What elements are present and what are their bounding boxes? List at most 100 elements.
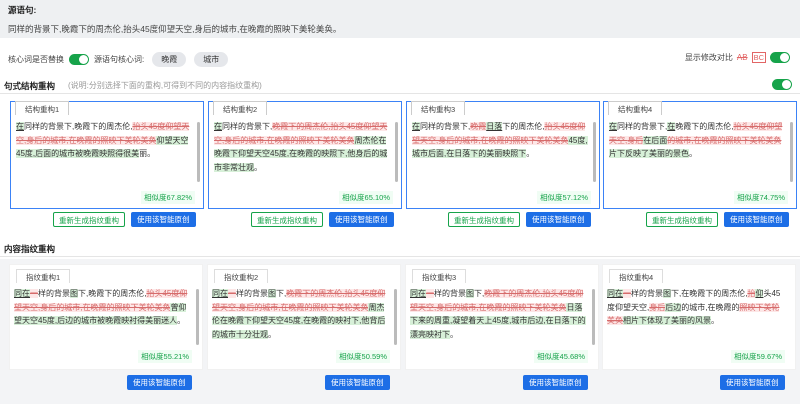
inserted-text: 同在 bbox=[14, 289, 30, 298]
deleted-text: 身后 bbox=[649, 302, 666, 312]
regenerate-button[interactable]: 重新生成指纹重构 bbox=[251, 212, 323, 227]
text-segment: 下, bbox=[474, 289, 485, 298]
text-segment: 样的背景 bbox=[434, 289, 466, 298]
scrollbar[interactable] bbox=[790, 122, 793, 182]
similarity-badge: 相似度59.67% bbox=[731, 350, 785, 363]
use-original-button[interactable]: 使用该智能原创 bbox=[720, 375, 785, 390]
scrollbar[interactable] bbox=[196, 289, 199, 345]
text-segment: 下, bbox=[276, 289, 287, 298]
structure-card[interactable]: 结构重构4 在同样的背景下,在晚霞下的周杰伦,抬头45度仰望天空,身后在后面的城… bbox=[603, 101, 797, 209]
regenerate-button[interactable]: 重新生成指纹重构 bbox=[448, 212, 520, 227]
content-section-header: 内容指纹重构 bbox=[0, 241, 800, 257]
text-segment: 下的周杰伦, bbox=[502, 122, 545, 131]
inserted-text: 同在 bbox=[410, 289, 426, 298]
text-segment: 同样的背景下,晚霞下的周杰伦, bbox=[24, 122, 133, 131]
scrollbar[interactable] bbox=[197, 122, 200, 182]
text-segment: 同样的背景下, bbox=[420, 122, 471, 131]
card-text: 同在一样的背景图下,晚霞下的周杰伦,抬头45度仰望天空,身后的城市,在晚霞的照映… bbox=[410, 287, 590, 341]
card-text: 同在一样的背景图下,在晚霞下的周杰伦,抬仰头45度仰望天空,身后后边的城市,在晚… bbox=[607, 287, 787, 328]
source-title: 源语句: bbox=[8, 5, 37, 15]
card-text: 在同样的背景下,晚霞下的周杰伦,抬头45度仰望天空,身后的城市,在晚霞的照映下美… bbox=[16, 120, 195, 161]
similarity-badge: 相似度74.75% bbox=[734, 191, 788, 204]
use-original-button[interactable]: 使用该智能原创 bbox=[523, 375, 588, 390]
use-original-button[interactable]: 使用该智能原创 bbox=[724, 212, 789, 227]
regenerate-button[interactable]: 重新生成指纹重构 bbox=[646, 212, 718, 227]
structure-card[interactable]: 结构重构2 在同样的背景下,晚霞下的周杰伦,抬头45度仰望天空,身后的城市,在晚… bbox=[208, 101, 402, 209]
keyword-chip[interactable]: 城市 bbox=[194, 52, 229, 67]
inserted-text: 图 bbox=[268, 289, 276, 298]
text-segment: 同样的背景下, bbox=[617, 122, 668, 131]
similarity-badge: 相似度45.68% bbox=[534, 350, 588, 363]
options-row: 核心词是否替换 源语句核心词: 晚霞 城市 显示修改对比 AB BC bbox=[0, 48, 800, 68]
card-text: 同在一样的背景图下,晚霞下的周杰伦,抬头45度仰望天空,身后的城市,在晚霞的照映… bbox=[14, 287, 194, 328]
regenerate-button[interactable]: 重新生成指纹重构 bbox=[53, 212, 125, 227]
deleted-text: 一 bbox=[426, 289, 434, 298]
use-original-button[interactable]: 使用该智能原创 bbox=[526, 212, 591, 227]
text-segment: 样的背景 bbox=[631, 289, 663, 298]
use-original-button[interactable]: 使用该智能原创 bbox=[131, 212, 196, 227]
text-segment: 的城市,在晚霞的 bbox=[681, 302, 740, 312]
keyword-chip[interactable]: 晚霞 bbox=[152, 52, 187, 67]
similarity-badge: 相似度67.82% bbox=[141, 191, 195, 204]
deleted-text: 一 bbox=[623, 289, 631, 298]
inserted-text: 片下反映了美丽的景色 bbox=[609, 149, 689, 158]
inserted-text: 在 bbox=[214, 122, 222, 131]
text-segment: 。 bbox=[689, 149, 697, 158]
structure-section-note: (说明:分别选择下面的重构,可得到不同的内容指纹重构) bbox=[68, 81, 262, 90]
diff-del-sample: AB bbox=[736, 53, 748, 62]
content-card[interactable]: 指纹重构3 同在一样的背景图下,晚霞下的周杰伦,抬头45度仰望天空,身后的城市,… bbox=[405, 264, 599, 370]
structure-card[interactable]: 结构重构3 在同样的背景下,晚霞日落下的周杰伦,抬头45度仰望天空,身后的城市,… bbox=[406, 101, 600, 209]
text-segment: 丽。 bbox=[139, 149, 156, 158]
scrollbar[interactable] bbox=[593, 122, 596, 182]
content-card[interactable]: 指纹重构4 同在一样的背景图下,在晚霞下的周杰伦,抬仰头45度仰望天空,身后后边… bbox=[602, 264, 796, 370]
card-tab-label: 指纹重构1 bbox=[16, 269, 71, 283]
diff-toggle[interactable] bbox=[770, 52, 790, 63]
structure-section-toggle[interactable] bbox=[772, 79, 792, 90]
card-tab-label: 指纹重构3 bbox=[412, 269, 467, 283]
structure-section-title: 句式结构重构 bbox=[4, 81, 56, 91]
deleted-text: 身后 bbox=[627, 135, 644, 145]
use-original-button[interactable]: 使用该智能原创 bbox=[325, 375, 390, 390]
inserted-text: 图 bbox=[466, 289, 474, 298]
source-panel: 源语句: 同样的背景下,晚霞下的周杰伦,抬头45度仰望天空,身后的城市,在晚霞的… bbox=[0, 0, 800, 38]
similarity-badge: 相似度55.21% bbox=[138, 350, 192, 363]
inserted-text: 在后面 bbox=[643, 135, 668, 145]
text-segment: 样的背景 bbox=[236, 289, 268, 298]
text-segment: 样的背景 bbox=[38, 289, 70, 298]
scrollbar[interactable] bbox=[394, 289, 397, 345]
use-original-button[interactable]: 使用该智能原创 bbox=[127, 375, 192, 390]
text-segment: 。 bbox=[268, 329, 276, 339]
inserted-text: 图 bbox=[663, 289, 671, 298]
card-tab-label: 结构重构2 bbox=[213, 101, 268, 115]
content-card[interactable]: 指纹重构1 同在一样的背景图下,晚霞下的周杰伦,抬头45度仰望天空,身后的城市,… bbox=[9, 264, 203, 370]
content-card[interactable]: 指纹重构2 同在一样的背景图下,晚霞下的周杰伦,抬头45度仰望天空,身后的城市,… bbox=[207, 264, 401, 370]
card-tab-label: 结构重构3 bbox=[411, 101, 466, 115]
inserted-text: 在 bbox=[412, 122, 420, 131]
structure-section-header: 句式结构重构 (说明:分别选择下面的重构,可得到不同的内容指纹重构) bbox=[0, 78, 800, 94]
inserted-text: 同在 bbox=[607, 289, 623, 298]
text-segment: 。 bbox=[177, 316, 186, 325]
card-tab-label: 结构重构1 bbox=[15, 101, 70, 115]
structure-card[interactable]: 结构重构1 在同样的背景下,晚霞下的周杰伦,抬头45度仰望天空,身后的城市,在晚… bbox=[10, 101, 204, 209]
inserted-text: 图 bbox=[70, 289, 78, 298]
card-tab-label: 指纹重构4 bbox=[609, 269, 664, 283]
similarity-badge: 相似度50.59% bbox=[336, 350, 390, 363]
deleted-text: 一 bbox=[228, 289, 236, 298]
scrollbar[interactable] bbox=[592, 289, 595, 345]
scrollbar[interactable] bbox=[395, 122, 398, 182]
content-section-title: 内容指纹重构 bbox=[4, 244, 56, 254]
card-text: 在同样的背景下,晚霞日落下的周杰伦,抬头45度仰望天空,身后的城市,在晚霞的照映… bbox=[412, 120, 591, 161]
similarity-badge: 相似度65.10% bbox=[339, 191, 393, 204]
deleted-text: 一 bbox=[30, 289, 38, 298]
card-text: 在同样的背景下,晚霞下的周杰伦,抬头45度仰望天空,身后的城市,在晚霞的照映下美… bbox=[214, 120, 393, 174]
inserted-text: 后边 bbox=[665, 302, 682, 312]
text-segment: 。 bbox=[526, 149, 535, 158]
text-segment: 下,在晚霞下的周杰伦, bbox=[671, 289, 748, 298]
use-original-button[interactable]: 使用该智能原创 bbox=[329, 212, 394, 227]
text-segment: 晚霞下的周杰伦, bbox=[675, 122, 734, 131]
card-tab-label: 结构重构4 bbox=[608, 101, 663, 115]
source-core-label: 源语句核心词: bbox=[94, 55, 145, 64]
text-segment: 。 bbox=[254, 162, 262, 172]
core-replace-toggle[interactable] bbox=[69, 54, 89, 65]
source-sentence: 同样的背景下,晚霞下的周杰伦,抬头45度仰望天空,身后的城市,在晚霞的照映下美轮… bbox=[8, 24, 342, 34]
